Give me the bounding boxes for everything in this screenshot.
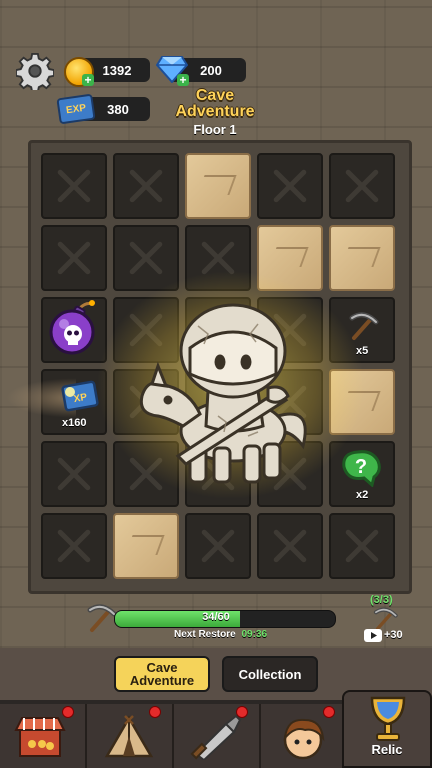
hero-notification-dot [323, 706, 335, 718]
board-cell-stone[interactable] [185, 153, 251, 219]
coin-value: 1392 [102, 62, 132, 78]
board-cell-empty [41, 153, 107, 219]
board-cell-empty [257, 513, 323, 579]
next-restore-time: 09:36 [241, 629, 268, 640]
page-title: Cave Adventure [150, 88, 280, 120]
energy-pickaxe-icon [87, 604, 117, 632]
board-cell-stone[interactable] [113, 513, 179, 579]
settings-gear-icon[interactable] [16, 52, 54, 90]
bomb-icon[interactable] [46, 298, 100, 356]
exp-icon: EXP [56, 93, 96, 125]
board-cell-empty [185, 513, 251, 579]
exp-book-icon[interactable]: XP [60, 380, 100, 412]
equipment-notification-dot [236, 706, 248, 718]
board-cell-empty [113, 225, 179, 291]
tab-collection[interactable]: Collection [222, 656, 318, 692]
board-cell-empty [257, 153, 323, 219]
next-restore: Next Restore 09:36 [174, 629, 267, 640]
hero-portrait-icon [283, 718, 325, 760]
board-cell-empty [329, 153, 395, 219]
chest-count: x160 [62, 417, 87, 429]
title-line-2: Adventure [175, 103, 255, 120]
ad-bonus: +30 [384, 629, 403, 641]
tab-cave-adventure[interactable]: Cave Adventure [114, 656, 210, 692]
tab-collection-label: Collection [238, 666, 302, 682]
energy-value: 34/60 [202, 611, 230, 623]
exp-label: EXP [65, 102, 87, 116]
nav-hero[interactable] [261, 704, 348, 768]
pickaxe-icon[interactable] [346, 308, 380, 342]
nav-relic-label: Relic [371, 742, 403, 757]
weapon-icon [190, 714, 242, 760]
title-line-1: Cave [195, 87, 235, 104]
camp-notification-dot [149, 706, 161, 718]
pickaxe-count: x5 [356, 345, 369, 357]
nav-relic[interactable]: Relic [342, 690, 432, 768]
board-cell-empty [41, 225, 107, 291]
svg-text:?: ? [355, 456, 367, 478]
shop-notification-dot [62, 706, 74, 718]
nav-camp[interactable] [87, 704, 174, 768]
ad-pickaxe-icon[interactable] [370, 604, 400, 632]
add-coins-icon[interactable]: + [82, 74, 94, 86]
board-cell-empty [41, 513, 107, 579]
board-cell-stone[interactable] [329, 225, 395, 291]
exp-value: 380 [107, 101, 129, 117]
relic-goblet-icon [370, 696, 406, 741]
mystery-icon[interactable]: ? [338, 447, 384, 487]
nav-equipment[interactable] [174, 704, 261, 768]
next-restore-label: Next Restore [174, 629, 236, 640]
stone-statue-icon[interactable] [128, 296, 318, 491]
gem-value: 200 [200, 62, 222, 78]
board-cell-empty [113, 153, 179, 219]
board-cell-empty [41, 441, 107, 507]
board-cell-empty [329, 513, 395, 579]
svg-text:XP: XP [73, 392, 88, 405]
nav-shop[interactable] [0, 704, 87, 768]
video-ad-icon[interactable] [364, 629, 382, 642]
add-gems-icon[interactable]: + [177, 74, 189, 86]
market-stall-icon [14, 717, 66, 757]
floor-label: Floor 1 [193, 122, 237, 137]
mystery-count: x2 [356, 489, 369, 501]
tent-icon [104, 715, 154, 758]
tab-cave-adventure-line2: Adventure [129, 673, 195, 688]
